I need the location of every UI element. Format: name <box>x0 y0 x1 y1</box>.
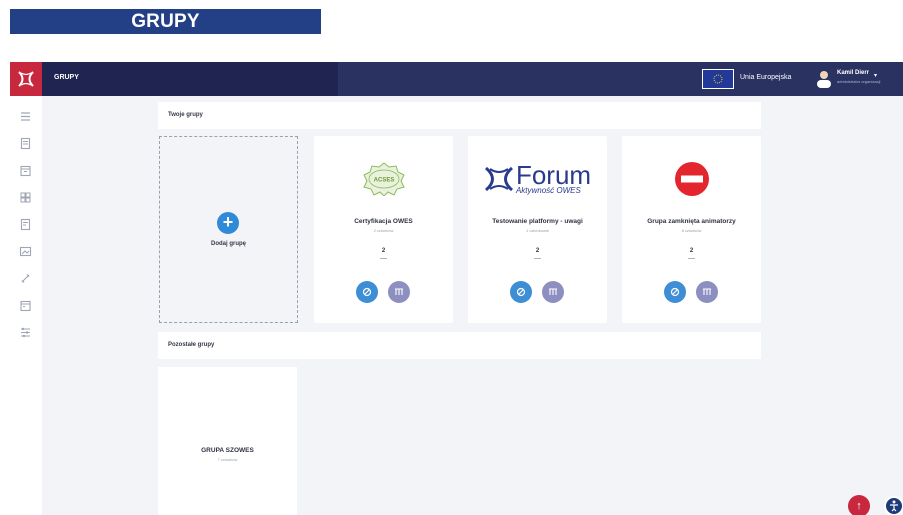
plus-icon[interactable]: + <box>217 212 239 234</box>
banner-title: GRUPY <box>131 10 200 32</box>
section-own-groups: Twoje grupy <box>158 102 761 129</box>
members-button[interactable] <box>696 281 718 303</box>
link-icon <box>670 287 680 297</box>
enter-group-button[interactable] <box>664 281 686 303</box>
enter-group-button[interactable] <box>356 281 378 303</box>
card-members: 1 członkowie <box>526 228 549 233</box>
members-button[interactable] <box>542 281 564 303</box>
section-title: Pozostałe grupy <box>168 342 215 348</box>
accessibility-icon <box>890 500 898 512</box>
card-count-underline <box>688 258 695 259</box>
forum-logo-image: Forum Aktywność OWES <box>468 154 607 204</box>
card-count-underline <box>380 258 387 259</box>
card-members: 8 członków <box>681 228 702 233</box>
link-icon <box>516 287 526 297</box>
card-count-underline <box>534 258 541 259</box>
user-role: administrator organizacji <box>837 79 881 84</box>
card-title: Certyfikacja OWES <box>354 218 413 225</box>
user-name[interactable]: Kamil Dierr <box>837 70 869 76</box>
chevron-down-icon[interactable]: ▾ <box>874 72 877 79</box>
enter-group-button[interactable] <box>510 281 532 303</box>
app-window: GRUPY Unia Europejska Kamil Dierr admini… <box>10 62 903 515</box>
members-button[interactable] <box>388 281 410 303</box>
page-banner: GRUPY <box>10 9 321 34</box>
grid-icon[interactable] <box>19 191 32 204</box>
link-icon[interactable] <box>19 272 32 285</box>
sidebar <box>10 96 42 515</box>
group-card[interactable]: ACSES Certyfikacja OWES 2 członków 2 <box>314 136 453 323</box>
card-title: Grupa zamknięta animatorzy <box>647 218 736 225</box>
users-icon <box>395 288 403 295</box>
scroll-top-button[interactable]: ↑ <box>848 495 870 515</box>
certification-badge-image: ACSES <box>314 154 453 204</box>
section-other-groups: Pozostałe grupy <box>158 332 761 359</box>
accessibility-button[interactable] <box>884 496 903 515</box>
list-icon[interactable] <box>19 110 32 123</box>
card-count: 2 <box>535 248 540 254</box>
forum-logo-subtext: Aktywność OWES <box>515 185 581 195</box>
group-card[interactable]: Forum Aktywność OWES Testowanie platform… <box>468 136 607 323</box>
card-count: 2 <box>689 248 694 254</box>
no-entry-icon <box>674 162 709 196</box>
top-nav-bar: GRUPY Unia Europejska Kamil Dierr admini… <box>10 62 903 96</box>
users-icon <box>703 288 711 295</box>
logo-icon <box>18 71 34 87</box>
forum-logo-text: Forum <box>515 159 592 190</box>
forum-logo-icon <box>484 166 513 192</box>
badge-text: ACSES <box>373 178 394 184</box>
eu-label: Unia Europejska <box>740 74 792 81</box>
group-card[interactable]: Grupa zamknięta animatorzy 8 członków 2 <box>622 136 761 323</box>
add-group-label: Dodaj grupę <box>210 241 246 247</box>
group-card[interactable]: GRUPA SZOWES 7 członków <box>158 367 297 515</box>
user-avatar[interactable] <box>816 70 832 88</box>
add-group-card[interactable]: + Dodaj grupę <box>159 136 298 323</box>
card-title: Testowanie platformy - uwagi <box>492 218 583 225</box>
card-title: GRUPA SZOWES <box>201 447 254 454</box>
users-icon <box>549 288 557 295</box>
section-title: Twoje grupy <box>168 112 203 118</box>
link-icon <box>362 287 372 297</box>
settings-icon[interactable] <box>19 326 32 339</box>
app-logo[interactable] <box>10 62 42 96</box>
card-members: 7 członków <box>217 457 238 462</box>
image-icon[interactable] <box>19 245 32 258</box>
card-members: 2 członków <box>373 228 394 233</box>
arrow-up-icon: ↑ <box>856 500 862 512</box>
document-icon[interactable] <box>19 137 32 150</box>
calendar-icon[interactable] <box>19 164 32 177</box>
topbar-title: GRUPY <box>54 74 79 81</box>
no-entry-image <box>622 154 761 204</box>
eu-flag-icon <box>702 69 734 89</box>
document-icon[interactable] <box>19 218 32 231</box>
calendar-icon[interactable] <box>19 299 32 312</box>
card-count: 2 <box>381 248 386 254</box>
